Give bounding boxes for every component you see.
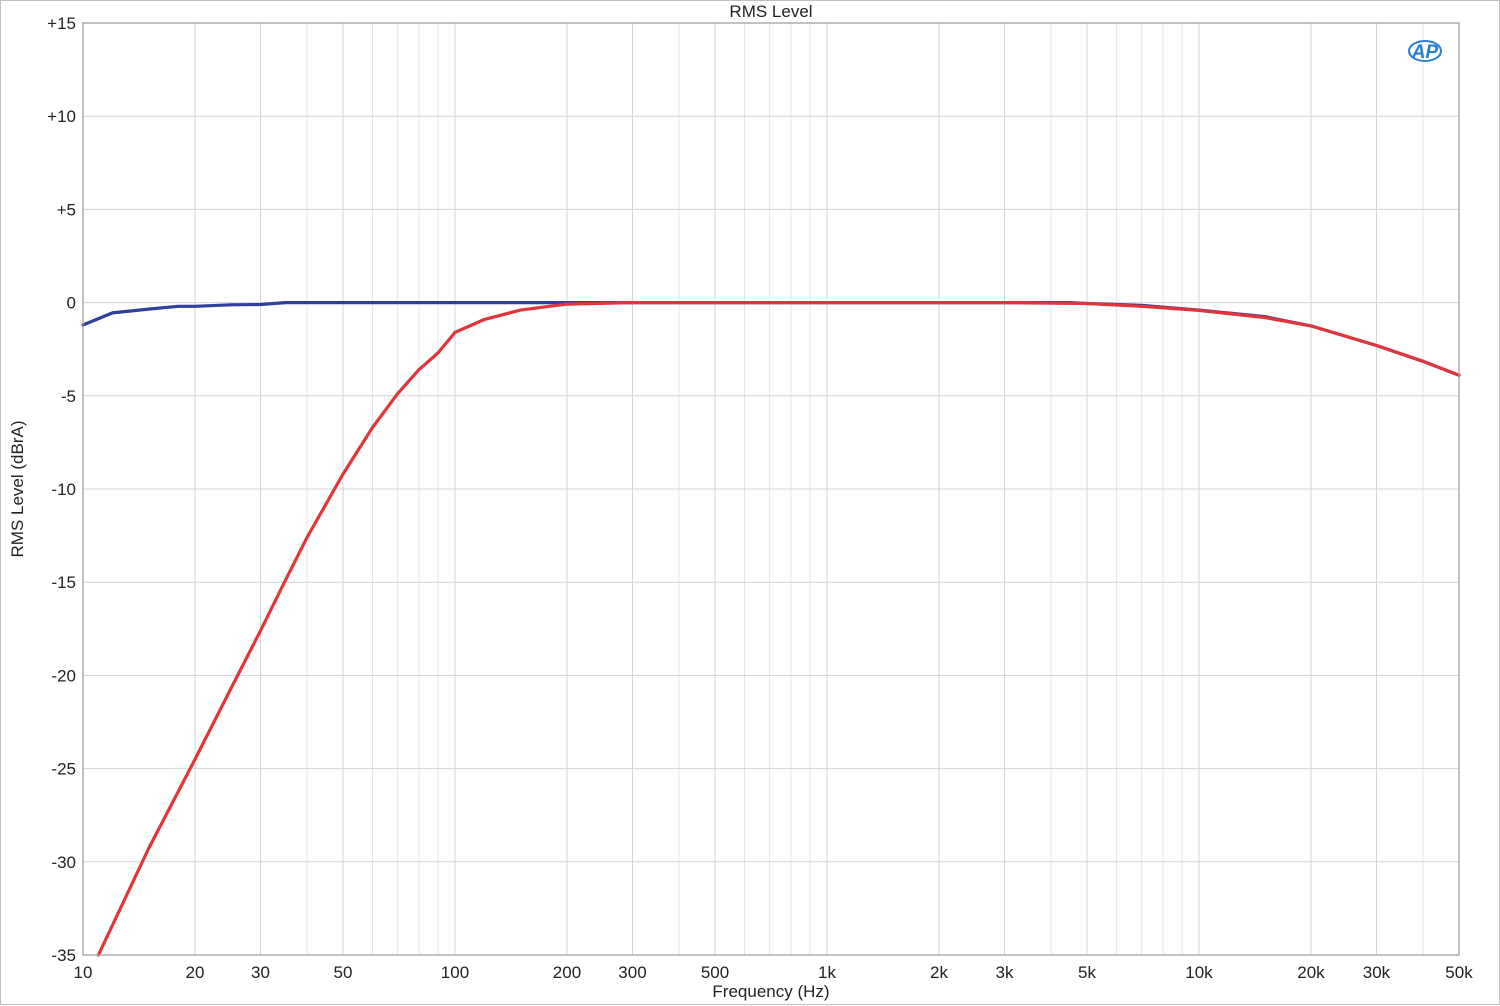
- x-tick-label: 2k: [930, 963, 948, 982]
- y-tick-label: -30: [51, 853, 76, 872]
- y-tick-label: 0: [67, 294, 76, 313]
- y-tick-label: -20: [51, 666, 76, 685]
- x-tick-label: 10: [74, 963, 93, 982]
- series-line-2: [96, 301, 1461, 957]
- ap-logo: AP: [1408, 40, 1442, 63]
- chart-title: RMS Level: [729, 2, 812, 21]
- x-tick-label: 100: [441, 963, 469, 982]
- x-axis-label: Frequency (Hz): [712, 982, 829, 1001]
- y-tick-label: +10: [47, 107, 76, 126]
- y-tick-label: -35: [51, 946, 76, 965]
- rms-level-chart: 10 20 30 50 100 200 300 500 1k 2k 3k 5k 10k 20k 30k 50k…: [8, 2, 1473, 1001]
- x-tick-label: 300: [618, 963, 646, 982]
- ap-logo-text: AP: [1411, 42, 1439, 63]
- x-tick-label: 1k: [818, 963, 836, 982]
- x-tick-label: 50k: [1445, 963, 1473, 982]
- y-tick-label: -5: [61, 387, 76, 406]
- y-tick-label: +15: [47, 14, 76, 33]
- series-line-1: [81, 301, 1461, 377]
- x-tick-label: 30k: [1363, 963, 1391, 982]
- y-tick-label: -25: [51, 760, 76, 779]
- y-tick-label: -15: [51, 573, 76, 592]
- x-tick-label: 20: [186, 963, 205, 982]
- x-tick-label: 10k: [1185, 963, 1213, 982]
- chart-container: 10 20 30 50 100 200 300 500 1k 2k 3k 5k 10k 20k 30k 50k…: [0, 0, 1500, 1005]
- x-tick-label: 20k: [1297, 963, 1325, 982]
- series-layer: [81, 301, 1461, 957]
- y-axis-label: RMS Level (dBrA): [8, 421, 27, 558]
- tick-labels: 10 20 30 50 100 200 300 500 1k 2k 3k 5k 10k 20k 30k 50k…: [47, 14, 1473, 982]
- x-tick-label: 3k: [995, 963, 1013, 982]
- y-tick-label: -10: [51, 480, 76, 499]
- grid: [83, 23, 1459, 955]
- x-tick-label: 200: [553, 963, 581, 982]
- y-tick-label: +5: [57, 200, 76, 219]
- x-tick-label: 500: [701, 963, 729, 982]
- x-tick-label: 30: [251, 963, 270, 982]
- x-tick-label: 50: [334, 963, 353, 982]
- x-tick-label: 5k: [1078, 963, 1096, 982]
